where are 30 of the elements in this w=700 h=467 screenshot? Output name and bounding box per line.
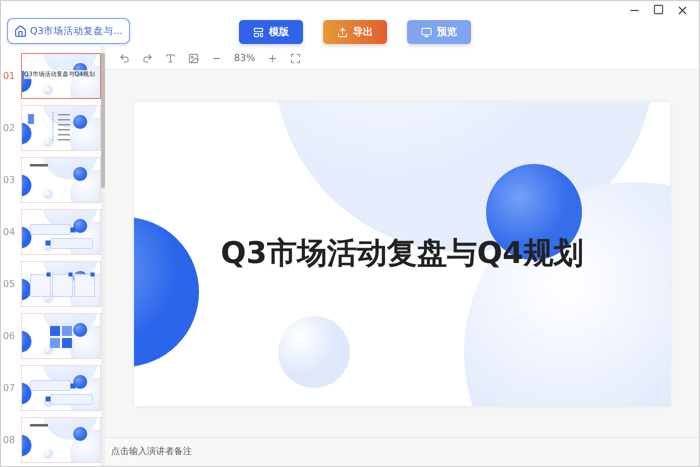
- slide-number: 02: [2, 122, 16, 134]
- callouts-drawing: [30, 380, 93, 405]
- zoom-in-icon[interactable]: [267, 52, 278, 64]
- close-icon[interactable]: [676, 4, 689, 17]
- undo-icon[interactable]: [119, 52, 130, 64]
- scrollbar-thumb[interactable]: [101, 53, 105, 188]
- slide-number: 04: [2, 226, 16, 238]
- export-button[interactable]: 导出: [323, 20, 387, 44]
- zoom-level: 83%: [234, 52, 256, 64]
- monitor-icon: [421, 26, 432, 38]
- template-icon: [253, 26, 264, 38]
- columns-drawing: [30, 272, 95, 297]
- slide-number: 03: [2, 174, 16, 186]
- export-icon: [337, 26, 348, 38]
- slide-number: 01: [2, 70, 16, 82]
- home-button[interactable]: Q3市场活动复盘与...: [7, 18, 130, 44]
- home-icon: [14, 24, 27, 38]
- redo-icon[interactable]: [142, 52, 153, 64]
- callouts-drawing: [30, 224, 93, 249]
- text-icon[interactable]: [165, 52, 176, 64]
- grid-drawing: [50, 326, 72, 348]
- slide-number: 08: [2, 434, 16, 446]
- slide-number: 07: [2, 382, 16, 394]
- bubble: [278, 316, 350, 388]
- slide-number: 05: [2, 278, 16, 290]
- slide-number: 06: [2, 330, 16, 342]
- template-button[interactable]: 模版: [239, 20, 303, 44]
- fullscreen-icon[interactable]: [290, 52, 302, 64]
- image-icon[interactable]: [188, 52, 199, 64]
- maximize-icon[interactable]: [653, 4, 664, 15]
